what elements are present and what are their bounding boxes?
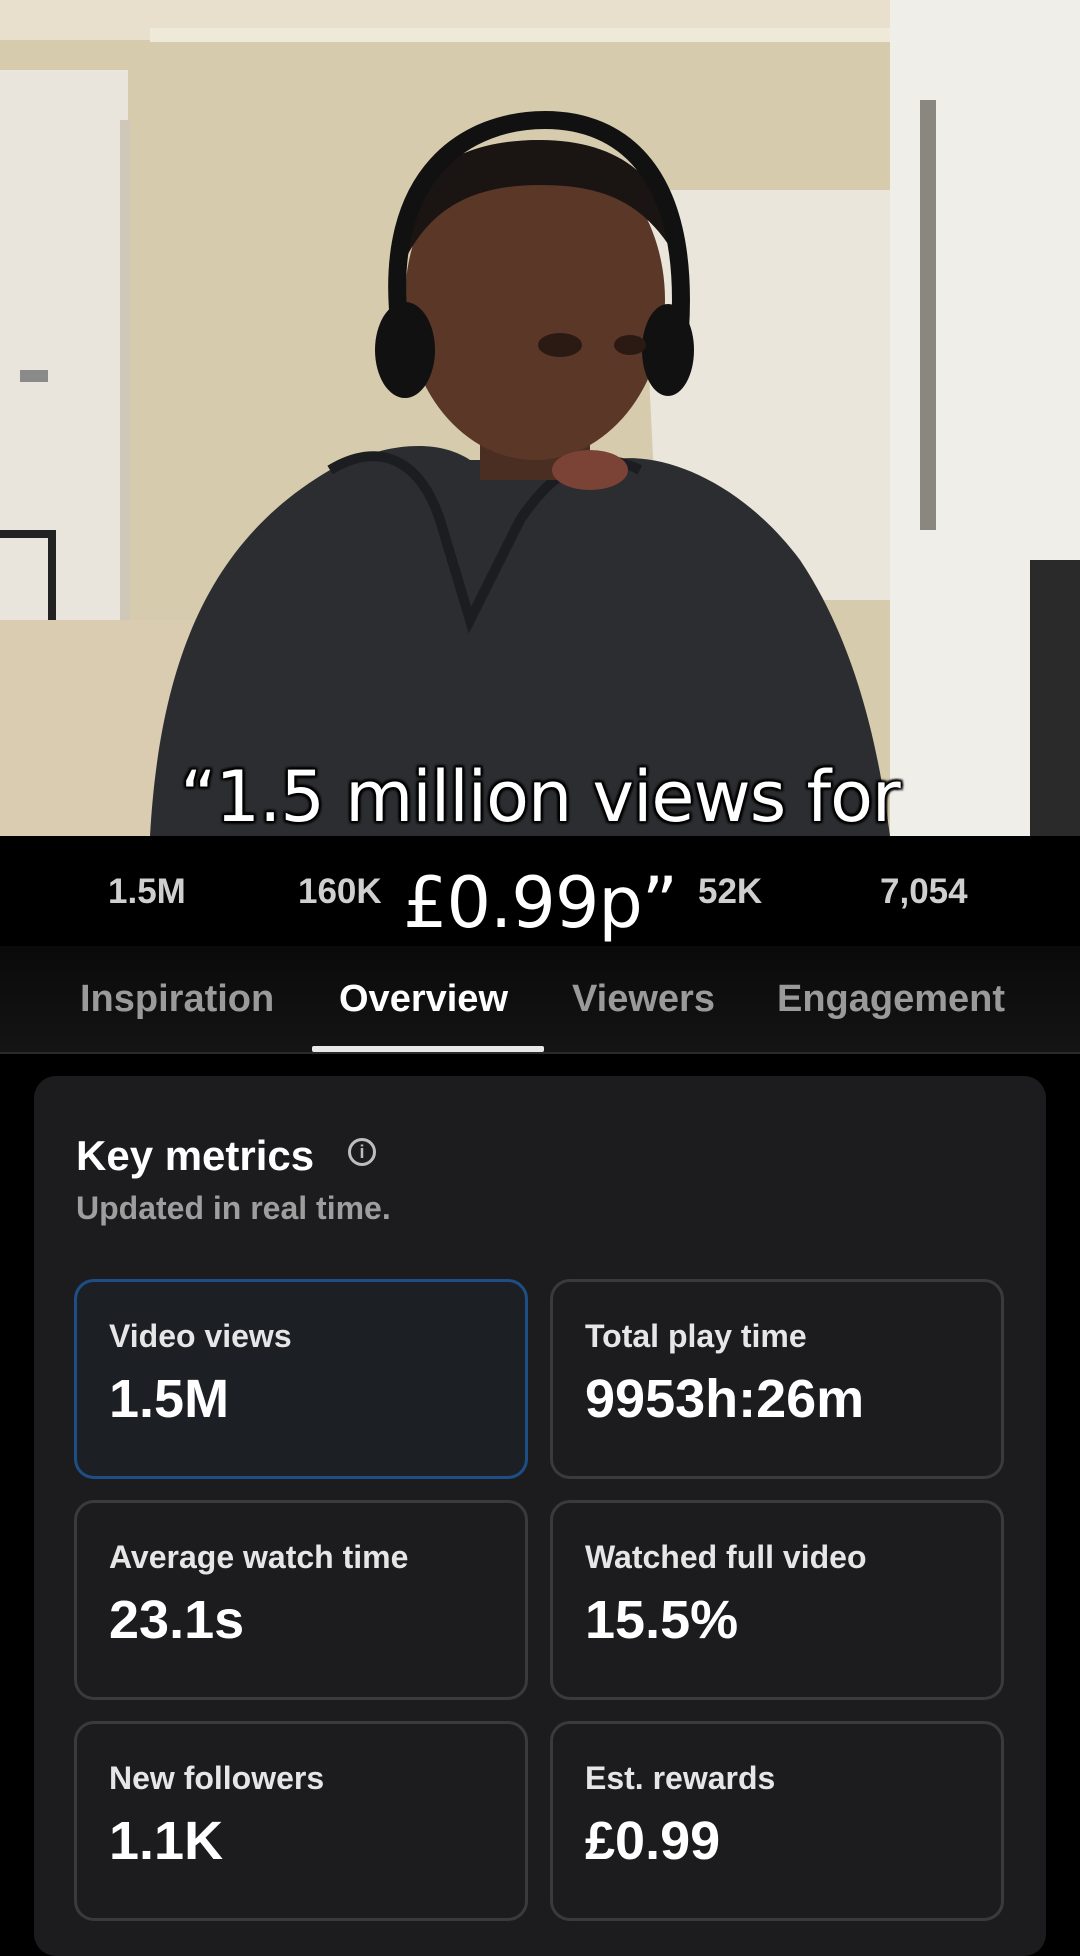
video-caption-line-2: £0.99p” bbox=[402, 862, 678, 944]
video-caption-line-1: “1.5 million views for bbox=[180, 756, 900, 838]
metric-value: 9953h:26m bbox=[585, 1369, 865, 1429]
tab-engagement[interactable]: Engagement bbox=[777, 978, 1005, 1021]
key-metrics-card: Key metrics i Updated in real time. Vide… bbox=[34, 1076, 1046, 1956]
metric-label: Watched full video bbox=[585, 1539, 867, 1575]
key-metrics-subtitle: Updated in real time. bbox=[76, 1190, 391, 1226]
metric-value: 15.5% bbox=[585, 1590, 739, 1650]
tab-viewers[interactable]: Viewers bbox=[572, 978, 715, 1021]
metric-tile-watched-full-video[interactable]: Watched full video 15.5% bbox=[550, 1500, 1004, 1700]
analytics-tab-bar: Inspiration Overview Viewers Engagement bbox=[0, 946, 1080, 1054]
video-scene-illustration bbox=[0, 0, 1080, 836]
video-frame bbox=[0, 0, 1080, 836]
metric-value: £0.99 bbox=[585, 1811, 721, 1871]
metric-label: Average watch time bbox=[109, 1539, 409, 1575]
metric-tile-average-watch-time[interactable]: Average watch time 23.1s bbox=[74, 1500, 528, 1700]
metric-tile-total-play-time[interactable]: Total play time 9953h:26m bbox=[550, 1279, 1004, 1479]
metric-label: Total play time bbox=[585, 1318, 807, 1354]
key-metrics-title: Key metrics bbox=[76, 1132, 315, 1179]
metric-value: 1.1K bbox=[109, 1811, 224, 1871]
metric-label: Video views bbox=[109, 1318, 292, 1354]
metric-value: 1.5M bbox=[109, 1369, 230, 1429]
metric-label: Est. rewards bbox=[585, 1760, 776, 1796]
tab-overview[interactable]: Overview bbox=[339, 978, 508, 1021]
metric-label: New followers bbox=[109, 1760, 325, 1796]
metric-tile-est-rewards[interactable]: Est. rewards £0.99 bbox=[550, 1721, 1004, 1921]
metric-tile-new-followers[interactable]: New followers 1.1K bbox=[74, 1721, 528, 1921]
active-tab-indicator bbox=[312, 1046, 544, 1052]
metric-value: 23.1s bbox=[109, 1590, 245, 1650]
tab-inspiration[interactable]: Inspiration bbox=[80, 978, 274, 1021]
info-icon[interactable]: i bbox=[348, 1138, 376, 1166]
metric-tile-video-views[interactable]: Video views 1.5M bbox=[74, 1279, 528, 1479]
